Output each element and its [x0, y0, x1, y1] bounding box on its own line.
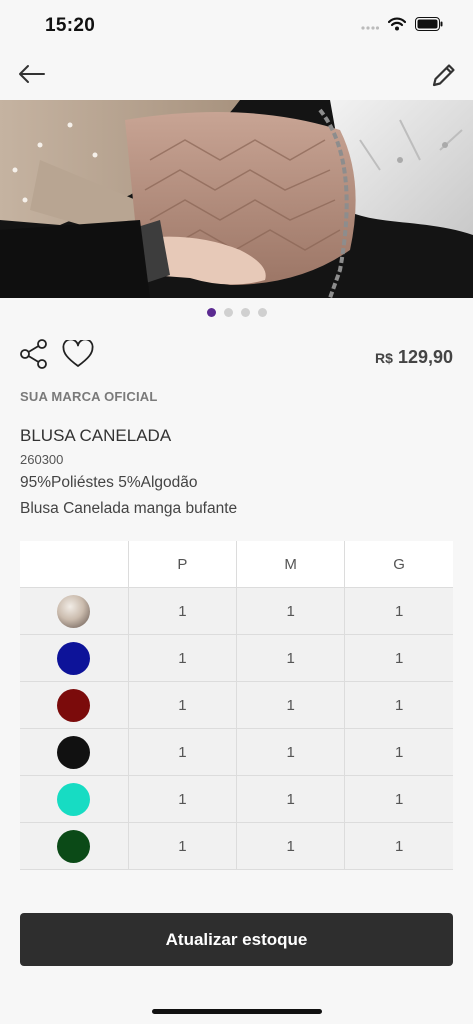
heart-icon [62, 338, 94, 373]
nav-bar [0, 52, 473, 100]
size-header-m: M [235, 541, 346, 588]
stock-qty-cell[interactable]: 1 [344, 634, 453, 682]
stock-qty-cell[interactable]: 1 [344, 775, 453, 823]
stock-qty-cell[interactable]: 1 [235, 822, 346, 870]
product-name: BLUSA CANELADA [20, 426, 172, 445]
stock-qty-cell[interactable]: 1 [344, 681, 453, 729]
stock-qty-cell[interactable]: 1 [127, 775, 238, 823]
size-header-p: P [127, 541, 238, 588]
size-header-g: G [344, 541, 453, 588]
stock-qty-cell[interactable]: 1 [235, 728, 346, 776]
status-bar: 15:20 [0, 0, 473, 52]
table-row: 1 1 1 [20, 822, 453, 870]
back-button[interactable] [14, 60, 48, 92]
stock-qty-cell[interactable]: 1 [127, 728, 238, 776]
product-description: Blusa Canelada manga bufante [20, 500, 238, 517]
stock-qty-cell[interactable]: 1 [235, 775, 346, 823]
table-row: 1 1 1 [20, 775, 453, 823]
stock-qty-cell[interactable]: 1 [235, 587, 346, 635]
table-row: 1 1 1 [20, 728, 453, 776]
signal-icon [361, 18, 380, 36]
stock-qty-cell[interactable]: 1 [127, 634, 238, 682]
back-arrow-icon [17, 64, 45, 89]
edit-pencil-icon [430, 61, 458, 94]
stock-qty-cell[interactable]: 1 [344, 728, 453, 776]
product-code: 260300 [20, 452, 64, 467]
product-composition: 95%Poliéstes 5%Algodão [20, 474, 198, 491]
battery-icon [415, 17, 443, 36]
carousel-dot-4[interactable] [257, 308, 267, 317]
color-swatch-photo[interactable] [57, 594, 91, 628]
product-image-carousel[interactable] [0, 100, 473, 298]
color-swatch[interactable] [57, 688, 91, 722]
update-stock-button[interactable]: Atualizar estoque [20, 913, 453, 966]
share-icon [20, 338, 48, 374]
edit-button[interactable] [427, 60, 461, 94]
carousel-dot-2[interactable] [223, 308, 233, 317]
stock-qty-cell[interactable]: 1 [235, 634, 346, 682]
color-swatch[interactable] [57, 782, 91, 816]
color-swatch[interactable] [57, 829, 91, 863]
carousel-dot-1[interactable] [206, 308, 216, 317]
stock-qty-cell[interactable]: 1 [344, 587, 453, 635]
table-row: 1 1 1 [20, 587, 453, 635]
color-swatch[interactable] [57, 735, 91, 769]
stock-qty-cell[interactable]: 1 [344, 822, 453, 870]
product-price: R$ 129,90 [375, 347, 453, 368]
product-actions [18, 338, 94, 374]
stock-qty-cell[interactable]: 1 [127, 822, 238, 870]
status-time: 15:20 [45, 15, 96, 36]
carousel-dot-3[interactable] [240, 308, 250, 317]
status-icons [361, 17, 443, 36]
table-row: 1 1 1 [20, 681, 453, 729]
stock-qty-cell[interactable]: 1 [127, 587, 238, 635]
home-indicator [152, 1009, 322, 1014]
stock-table-header: P M G [20, 541, 453, 588]
share-button[interactable] [18, 338, 50, 374]
price-currency: R$ [375, 350, 393, 366]
stock-table: P M G 1 1 1 1 1 1 1 1 1 1 1 1 1 1 1 1 1 … [20, 541, 453, 870]
favorite-button[interactable] [62, 338, 94, 373]
stock-qty-cell[interactable]: 1 [127, 681, 238, 729]
wifi-icon [387, 17, 407, 36]
carousel-pagination [0, 308, 473, 317]
product-photo [0, 100, 473, 298]
stock-qty-cell[interactable]: 1 [235, 681, 346, 729]
color-column-header [20, 541, 129, 588]
table-row: 1 1 1 [20, 634, 453, 682]
color-swatch[interactable] [57, 641, 91, 675]
price-value: 129,90 [397, 347, 453, 367]
brand-name: SUA MARCA OFICIAL [20, 389, 158, 404]
